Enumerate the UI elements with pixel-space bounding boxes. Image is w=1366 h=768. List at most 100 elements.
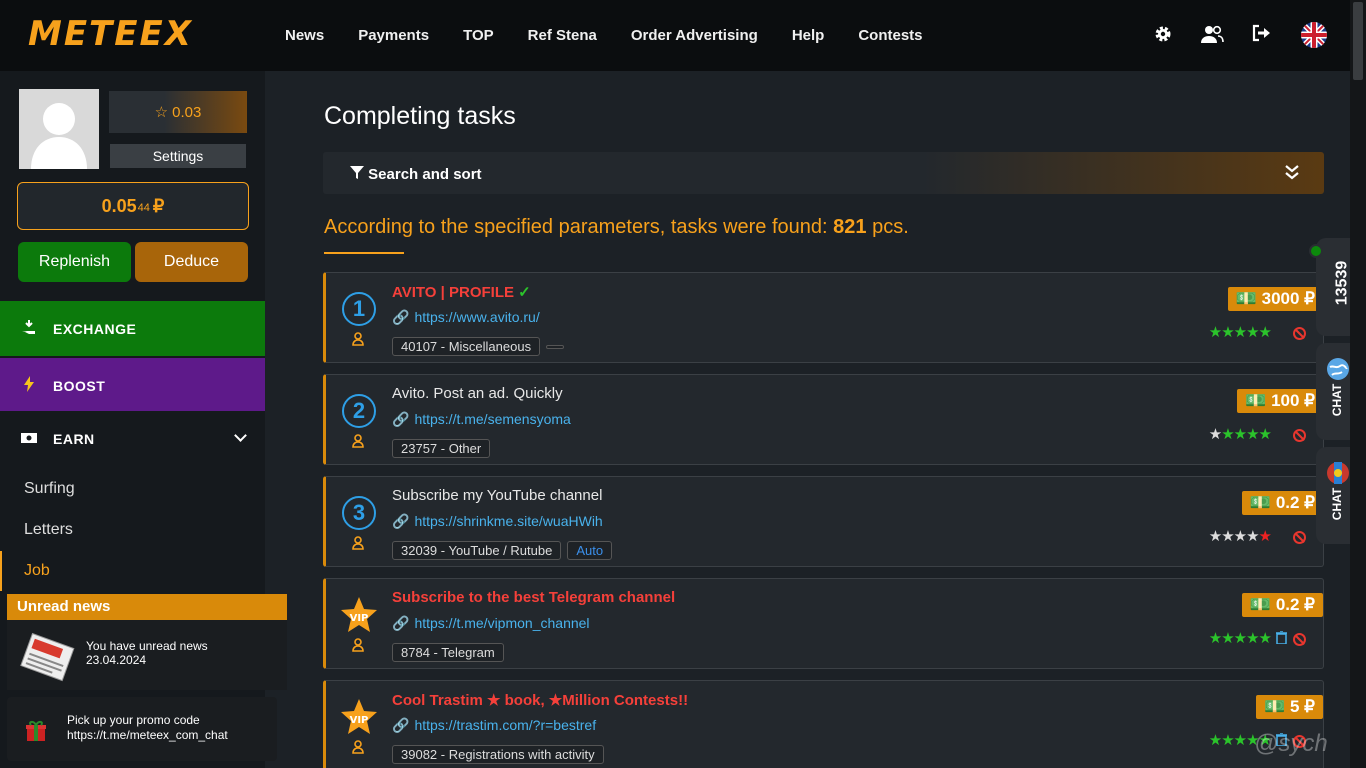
users-icon[interactable] bbox=[1199, 24, 1225, 46]
unread-news-widget[interactable]: Unread news You have unread news 23.04.2… bbox=[7, 594, 287, 690]
star-rating: ★★★★★ bbox=[1208, 324, 1272, 341]
task-url: https://t.me/semensyoma bbox=[414, 411, 571, 427]
search-sort-toggle[interactable]: Search and sort bbox=[323, 152, 1324, 194]
price-value: 100 ₽ bbox=[1271, 391, 1315, 410]
task-tags: 40107 - Miscellaneous bbox=[392, 337, 565, 356]
star-rating: ★★★★★ bbox=[1208, 528, 1272, 545]
task-title[interactable]: AVITO | PROFILE ✓ bbox=[392, 283, 531, 301]
replenish-button[interactable]: Replenish bbox=[18, 242, 131, 282]
task-card[interactable]: 3 Subscribe my YouTube channel 🔗 https://… bbox=[323, 476, 1324, 567]
price-badge: 💵 0.2 ₽ bbox=[1241, 593, 1323, 617]
logo[interactable]: METEEX bbox=[28, 14, 193, 54]
found-prefix: According to the specified parameters, t… bbox=[324, 216, 828, 238]
vip-star-icon: VIP bbox=[339, 697, 379, 737]
task-title[interactable]: Avito. Post an ad. Quickly bbox=[392, 385, 563, 402]
category-tag: 23757 - Other bbox=[392, 439, 491, 458]
settings-button[interactable]: Settings bbox=[110, 144, 246, 168]
category-tag: 39082 - Registrations with activity bbox=[392, 745, 604, 764]
nav-help[interactable]: Help bbox=[792, 27, 825, 44]
task-url: https://t.me/vipmon_channel bbox=[414, 615, 590, 631]
task-title[interactable]: Cool Trastim ★ book, ★Million Contests!! bbox=[392, 691, 688, 709]
nav-top[interactable]: TOP bbox=[463, 27, 494, 44]
task-link[interactable]: 🔗 https://www.avito.ru/ bbox=[392, 309, 540, 326]
task-card[interactable]: VIP Cool Trastim ★ book, ★Million Contes… bbox=[323, 680, 1324, 768]
task-card[interactable]: VIP Subscribe to the best Telegram chann… bbox=[323, 578, 1324, 669]
search-sort-label: Search and sort bbox=[350, 165, 482, 183]
avatar[interactable] bbox=[19, 89, 99, 169]
nav-ref-stena[interactable]: Ref Stena bbox=[528, 27, 597, 44]
nav-payments[interactable]: Payments bbox=[358, 27, 429, 44]
price-badge: 💵 3000 ₽ bbox=[1227, 287, 1323, 311]
deduce-button[interactable]: Deduce bbox=[135, 242, 248, 282]
promo-link[interactable]: https://t.me/meteex_com_chat bbox=[67, 728, 228, 743]
scrollbar-thumb[interactable] bbox=[1353, 2, 1363, 80]
sidebar-item-boost[interactable]: BOOST bbox=[0, 358, 265, 413]
newspaper-icon bbox=[17, 632, 77, 684]
star-icon: ☆ bbox=[154, 104, 169, 121]
page-scrollbar[interactable] bbox=[1350, 0, 1366, 768]
double-chevron-down-icon bbox=[1285, 164, 1299, 180]
balance-sub: 44 bbox=[137, 202, 150, 214]
filter-icon bbox=[350, 166, 368, 183]
rating-badge: ☆ 0.03 bbox=[109, 91, 247, 133]
task-tags: 23757 - Other bbox=[392, 439, 491, 458]
nav-order-advertising[interactable]: Order Advertising bbox=[631, 27, 758, 44]
found-summary: According to the specified parameters, t… bbox=[324, 216, 909, 239]
task-title[interactable]: Subscribe to the best Telegram channel bbox=[392, 589, 675, 606]
promo-line1: Pick up your promo code bbox=[67, 713, 200, 727]
sidebar-item-exchange[interactable]: EXCHANGE bbox=[0, 301, 265, 356]
chat-tab-flag[interactable]: CHAT bbox=[1316, 447, 1350, 544]
money-icon bbox=[20, 431, 38, 447]
chat-tab-en[interactable]: CHAT bbox=[1316, 343, 1350, 440]
person-icon bbox=[352, 434, 366, 448]
task-tags: 8784 - Telegram bbox=[392, 643, 504, 662]
chat-label: CHAT bbox=[1330, 487, 1345, 521]
hide-task-icon[interactable] bbox=[1293, 429, 1306, 442]
hide-task-icon[interactable] bbox=[1293, 531, 1306, 544]
nav-news[interactable]: News bbox=[285, 27, 324, 44]
sidebar-item-earn[interactable]: EARN bbox=[0, 411, 265, 466]
top-bar: METEEX News Payments TOP Ref Stena Order… bbox=[0, 0, 1366, 71]
gear-icon[interactable] bbox=[1152, 24, 1174, 46]
sidebar-item-label: EARN bbox=[53, 430, 95, 447]
svg-text:VIP: VIP bbox=[350, 715, 369, 726]
hand-coin-icon bbox=[20, 319, 38, 338]
hide-task-icon[interactable] bbox=[1293, 327, 1306, 340]
sidebar-item-letters[interactable]: Letters bbox=[0, 510, 265, 550]
hide-task-icon[interactable] bbox=[1293, 633, 1306, 646]
watermark: @sych bbox=[1254, 730, 1328, 757]
trash-icon[interactable] bbox=[1276, 630, 1287, 647]
logout-icon[interactable] bbox=[1250, 24, 1272, 46]
link-icon: 🔗 bbox=[392, 717, 410, 733]
task-title[interactable]: Subscribe my YouTube channel bbox=[392, 487, 602, 504]
task-url: https://www.avito.ru/ bbox=[414, 309, 540, 325]
balance-display: 0.05 44 ₽ bbox=[17, 182, 249, 230]
task-card[interactable]: 2 Avito. Post an ad. Quickly 🔗 https://t.… bbox=[323, 374, 1324, 465]
price-value: 5 ₽ bbox=[1290, 697, 1315, 716]
chevron-down-icon bbox=[234, 429, 247, 442]
cash-icon: 💵 bbox=[1245, 391, 1267, 410]
task-card[interactable]: 1 AVITO | PROFILE ✓ 🔗 https://www.avito.r… bbox=[323, 272, 1324, 363]
price-value: 3000 ₽ bbox=[1261, 289, 1315, 308]
price-badge: 💵 100 ₽ bbox=[1237, 389, 1323, 413]
sidebar-item-label: EXCHANGE bbox=[53, 320, 137, 337]
globe-chat-icon bbox=[1326, 357, 1350, 381]
sidebar-item-job[interactable]: Job bbox=[0, 551, 265, 591]
link-icon: 🔗 bbox=[392, 309, 410, 325]
task-link[interactable]: 🔗 https://t.me/vipmon_channel bbox=[392, 615, 590, 632]
svg-text:VIP: VIP bbox=[350, 613, 369, 624]
category-tag: 8784 - Telegram bbox=[392, 643, 504, 662]
empty-tag bbox=[546, 345, 565, 349]
task-number-badge: 2 bbox=[342, 394, 376, 428]
promo-widget[interactable]: Pick up your promo code https://t.me/met… bbox=[7, 697, 277, 761]
nav-contests[interactable]: Contests bbox=[858, 27, 922, 44]
auto-tag: Auto bbox=[567, 541, 613, 560]
star-rating: ★★★★★ bbox=[1208, 630, 1272, 647]
gift-icon bbox=[25, 720, 47, 746]
search-sort-text: Search and sort bbox=[368, 166, 482, 183]
task-link[interactable]: 🔗 https://shrinkme.site/wuaHWih bbox=[392, 513, 603, 530]
uk-flag-icon[interactable] bbox=[1301, 22, 1327, 48]
task-link[interactable]: 🔗 https://trastim.com/?r=bestref bbox=[392, 717, 596, 734]
task-link[interactable]: 🔗 https://t.me/semensyoma bbox=[392, 411, 571, 428]
sidebar-item-surfing[interactable]: Surfing bbox=[0, 469, 265, 509]
